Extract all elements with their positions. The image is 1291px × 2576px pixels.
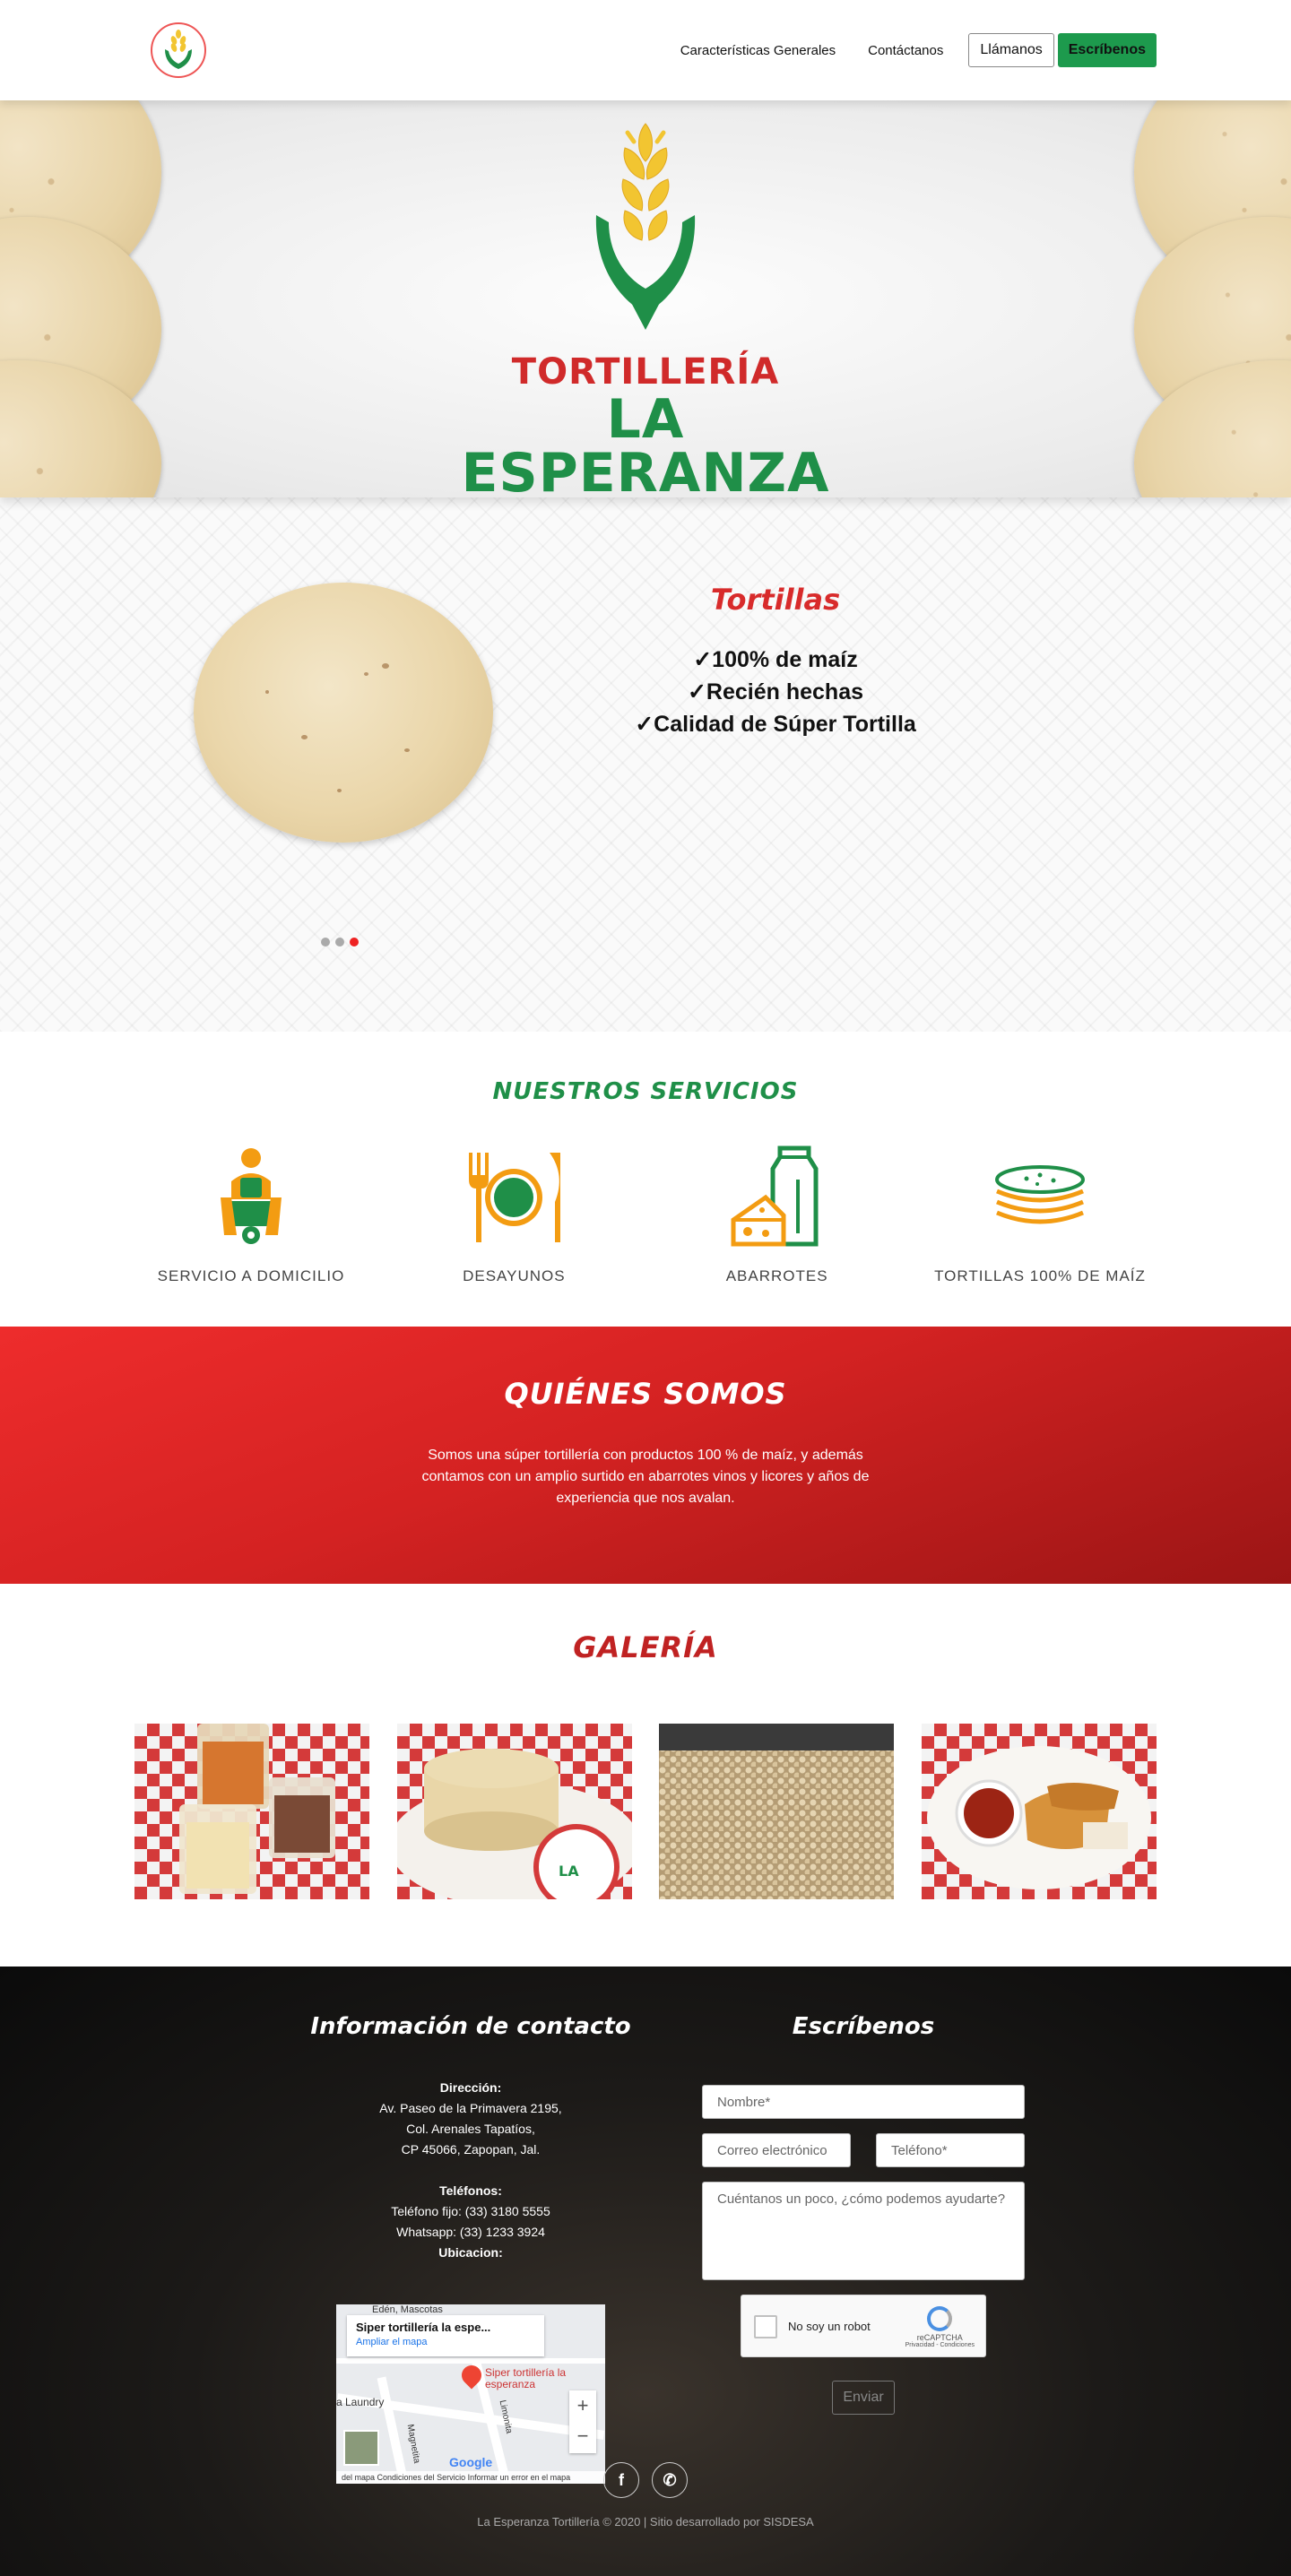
slide-caption: Tortillas ✓100% de maíz ✓Recién hechas ✓… — [610, 583, 941, 740]
slide-feature: ✓100% de maíz — [693, 647, 858, 672]
hero-logo: TORTILLERÍA LA ESPERANZA — [457, 117, 834, 497]
salsa-containers-photo — [179, 1724, 335, 1894]
address-label: Dirección: — [439, 2080, 502, 2095]
slide-feature: ✓Recién hechas — [687, 679, 864, 705]
gallery-image-quesadillas[interactable] — [921, 1724, 1157, 1899]
gallery-title: GALERÍA — [573, 1630, 718, 1664]
map-zoom-controls: + − — [569, 2390, 596, 2453]
tortilla-stack-photo: LA — [396, 1749, 632, 1899]
slider-dot-active[interactable] — [350, 938, 359, 947]
quesadillas-plate-photo — [926, 1746, 1151, 1889]
delivery-scooter-icon — [221, 1148, 282, 1244]
form-title: Escríbenos — [792, 2013, 935, 2040]
call-button[interactable]: Llámanos — [968, 33, 1054, 67]
map-pin-label: Siper tortillería la esperanza — [485, 2366, 567, 2390]
plate-cutlery-icon — [469, 1152, 561, 1242]
contact-info: Información de contacto Dirección: Av. P… — [305, 2013, 637, 2484]
whatsapp-icon[interactable]: ✆ — [652, 2462, 688, 2498]
contact-form-column: Escríbenos Nombre* Correo electrónico Te… — [702, 2013, 1025, 2415]
service-item: TORTILLAS 100% DE MAÍZ — [923, 1141, 1157, 1285]
facebook-icon[interactable]: f — [603, 2462, 639, 2498]
recaptcha-label: No soy un robot — [788, 2320, 871, 2333]
wheat-hands-logo-icon — [165, 30, 192, 69]
phone-field[interactable]: Teléfono* — [876, 2133, 1025, 2167]
hero-banner: TORTILLERÍA LA ESPERANZA — [0, 100, 1291, 497]
service-item: DESAYUNOS — [397, 1141, 630, 1285]
brand-line-1: TORTILLERÍA — [511, 351, 780, 393]
map-satellite-toggle[interactable] — [343, 2430, 379, 2466]
write-button[interactable]: Escríbenos — [1057, 33, 1157, 67]
wheat-hands-logo-icon — [595, 123, 696, 330]
map-place-card: Siper tortillería la espe... Ampliar el … — [347, 2315, 544, 2356]
slider-dot[interactable] — [335, 938, 344, 947]
about-title: QUIÉNES SOMOS — [504, 1377, 787, 1411]
map-top-label: Edén, Mascotas — [372, 2304, 443, 2315]
about-text: Somos una súper tortillería con producto… — [421, 1448, 870, 1506]
gallery-image-corn[interactable] — [659, 1724, 895, 1899]
slide-title: Tortillas — [710, 583, 841, 617]
slide-tortilla-image — [194, 583, 493, 843]
name-field[interactable]: Nombre* — [702, 2085, 1025, 2119]
service-label: DESAYUNOS — [463, 1267, 566, 1284]
product-slider: Tortillas ✓100% de maíz ✓Recién hechas ✓… — [0, 497, 1291, 1032]
top-navbar: Características Generales Contáctanos Ll… — [0, 0, 1291, 100]
recaptcha-icon — [927, 2306, 953, 2331]
gallery-section: GALERÍA LA — [0, 1584, 1291, 1967]
service-label: SERVICIO A DOMICILIO — [157, 1267, 345, 1284]
service-label: TORTILLAS 100% DE MAÍZ — [934, 1267, 1146, 1284]
location-label: Ubicacion: — [438, 2245, 503, 2260]
embedded-map[interactable]: Edén, Mascotas a Laundry Magnetita Limon… — [336, 2304, 605, 2484]
services-section: NUESTROS SERVICIOS SERVICIO A DOMICILIO — [0, 1032, 1291, 1327]
submit-button[interactable]: Enviar — [832, 2381, 895, 2415]
groceries-icon — [731, 1145, 819, 1246]
address-line: Av. Paseo de la Primavera 2195, — [379, 2101, 562, 2115]
nav-link-contact[interactable]: Contáctanos — [868, 43, 943, 58]
nav-logo[interactable] — [151, 22, 206, 78]
footer: Información de contacto Dirección: Av. P… — [0, 1967, 1291, 2576]
zoom-in-icon[interactable]: + — [569, 2390, 596, 2421]
nav-link-features[interactable]: Características Generales — [680, 43, 836, 58]
contact-title: Información de contacto — [310, 2013, 631, 2040]
social-links: f ✆ — [0, 2462, 1291, 2498]
service-label: ABARROTES — [725, 1267, 828, 1284]
recaptcha-brand-name: reCAPTCHA — [916, 2333, 963, 2342]
corn-kernels-photo — [659, 1724, 895, 1899]
recaptcha-widget: No soy un robot reCAPTCHA Privacidad - C… — [741, 2295, 986, 2357]
map-enlarge-link[interactable]: Ampliar el mapa — [356, 2337, 535, 2347]
map-street-label: Magnetita — [404, 2423, 422, 2465]
contact-form: Nombre* Correo electrónico Teléfono* Cué… — [702, 2085, 1025, 2415]
slider-dot[interactable] — [321, 938, 330, 947]
svg-text:LA: LA — [559, 1863, 579, 1880]
phones-label: Teléfonos: — [439, 2183, 502, 2198]
about-section: QUIÉNES SOMOS Somos una súper tortillerí… — [0, 1327, 1291, 1584]
recaptcha-links[interactable]: Privacidad - Condiciones — [905, 2342, 975, 2348]
map-laundry-label: a Laundry — [336, 2396, 385, 2408]
slider-dots — [321, 938, 359, 947]
phone-whatsapp: Whatsapp: (33) 1233 3924 — [396, 2225, 545, 2239]
gallery-image-tortillas[interactable]: LA — [396, 1724, 632, 1899]
slide-feature: ✓Calidad de Súper Tortilla — [635, 712, 916, 737]
zoom-out-icon[interactable]: − — [569, 2421, 596, 2451]
brand-line-2: LA ESPERANZA — [461, 388, 830, 497]
phone-fixed: Teléfono fijo: (33) 3180 5555 — [391, 2204, 550, 2218]
nav-links: Características Generales Contáctanos Ll… — [680, 33, 1157, 67]
gallery-image-salsa[interactable] — [134, 1724, 369, 1899]
services-title: NUESTROS SERVICIOS — [492, 1078, 799, 1105]
recaptcha-brand: reCAPTCHA Privacidad - Condiciones — [905, 2306, 975, 2348]
address-line: CP 45066, Zapopan, Jal. — [401, 2142, 541, 2157]
copyright: La Esperanza Tortillería © 2020 | Sitio … — [477, 2515, 814, 2528]
map-place-name: Siper tortillería la espe... — [356, 2321, 491, 2334]
service-item: ABARROTES — [661, 1141, 894, 1285]
service-item: SERVICIO A DOMICILIO — [134, 1141, 368, 1285]
email-field[interactable]: Correo electrónico — [702, 2133, 851, 2167]
message-field[interactable]: Cuéntanos un poco, ¿cómo podemos ayudart… — [702, 2182, 1025, 2280]
recaptcha-checkbox[interactable] — [754, 2315, 777, 2338]
address-line: Col. Arenales Tapatíos, — [406, 2122, 535, 2136]
tortilla-stack-icon — [994, 1164, 1085, 1223]
